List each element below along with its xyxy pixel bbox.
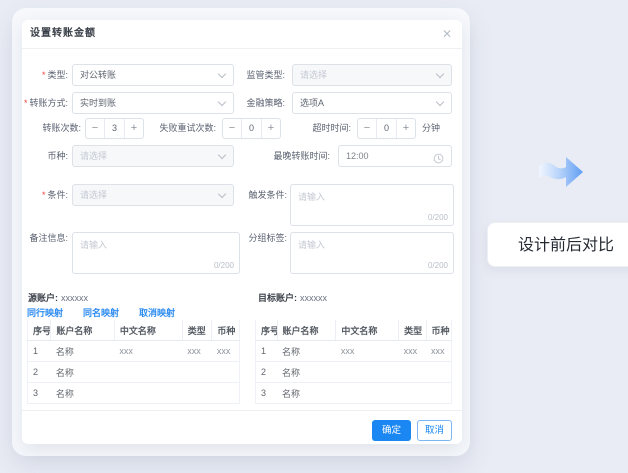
- timeout-label: 超时时间:: [295, 118, 351, 139]
- source-account-table: 序号账户名称中文名称类型币种 1名称xxxxxxxxx 2名称 3名称: [27, 320, 240, 404]
- table-row[interactable]: 1名称xxxxxxxxx: [28, 341, 240, 362]
- table-row[interactable]: 3名称: [256, 383, 452, 404]
- char-counter: 0/200: [214, 261, 234, 270]
- confirm-button[interactable]: 确定: [372, 420, 411, 441]
- same-bank-mapping-link[interactable]: 同行映射: [27, 306, 63, 319]
- dialog-title: 设置转账金额: [30, 20, 96, 48]
- timeout-value[interactable]: 0: [377, 119, 396, 138]
- type-label: *类型:: [12, 64, 68, 86]
- cancel-button[interactable]: 取消: [417, 420, 452, 441]
- supervision-type-select[interactable]: 请选择: [292, 64, 452, 86]
- transfer-count-value[interactable]: 3: [105, 119, 124, 138]
- type-select[interactable]: 对公转账: [72, 64, 234, 86]
- close-icon[interactable]: ✕: [440, 20, 454, 48]
- table-row[interactable]: 1名称xxxxxxxxx: [256, 341, 452, 362]
- latest-time-input[interactable]: 12:00: [338, 145, 452, 167]
- cancel-mapping-link[interactable]: 取消映射: [139, 306, 175, 319]
- retry-count-value[interactable]: 0: [242, 119, 261, 138]
- plus-button[interactable]: +: [396, 119, 415, 138]
- dialog-body: *类型: 对公转账 监管类型: 请选择 *转账方式: 实时到账 金融策略: 选项…: [22, 48, 462, 444]
- window-frame: 设置转账金额 ✕ *类型: 对公转账 监管类型: 请选择 *转账方式: 实时到账: [12, 8, 470, 456]
- chevron-down-icon: [436, 70, 444, 78]
- chevron-down-icon: [218, 190, 226, 198]
- currency-label: 币种:: [12, 145, 68, 167]
- compare-label-card: 设计前后对比: [487, 222, 628, 267]
- table-row[interactable]: 2名称: [28, 362, 240, 383]
- minus-button[interactable]: −: [223, 119, 242, 138]
- dialog-header: 设置转账金额 ✕: [22, 20, 462, 49]
- required-mark: *: [24, 98, 28, 108]
- page-background: 设置转账金额 ✕ *类型: 对公转账 监管类型: 请选择 *转账方式: 实时到账: [0, 0, 628, 473]
- supervision-type-label: 监管类型:: [220, 64, 285, 86]
- latest-time-label: 最晚转账时间:: [257, 145, 330, 167]
- transfer-method-select[interactable]: 实时到账: [72, 92, 234, 114]
- required-mark: *: [42, 190, 46, 200]
- remark-textarea[interactable]: 请输入 0/200: [72, 232, 240, 274]
- plus-button[interactable]: +: [261, 119, 280, 138]
- remark-label: 备注信息:: [12, 232, 68, 244]
- required-mark: *: [42, 70, 46, 80]
- chevron-down-icon: [436, 98, 444, 106]
- timeout-stepper: − 0 +: [357, 118, 416, 139]
- table-row[interactable]: 2名称: [256, 362, 452, 383]
- clock-icon: [433, 151, 444, 169]
- chevron-down-icon: [218, 151, 226, 159]
- dialog-footer: 确定 取消: [22, 410, 462, 444]
- retry-count-label: 失败重试次数:: [146, 118, 216, 139]
- finance-strategy-select[interactable]: 选项A: [292, 92, 452, 114]
- timeout-unit: 分钟: [422, 118, 440, 139]
- minus-button[interactable]: −: [358, 119, 377, 138]
- trigger-condition-label: 触发条件:: [227, 184, 287, 206]
- trigger-condition-textarea[interactable]: 请输入 0/200: [290, 184, 454, 226]
- minus-button[interactable]: −: [86, 119, 105, 138]
- condition-label: *条件:: [12, 184, 68, 206]
- finance-strategy-label: 金融策略:: [220, 92, 285, 114]
- compare-arrow-icon: [536, 150, 586, 199]
- table-header-row: 序号账户名称中文名称类型币种: [28, 320, 240, 341]
- transfer-method-label: *转账方式:: [12, 92, 68, 114]
- source-account: 源账户:xxxxxx: [28, 292, 88, 304]
- same-name-mapping-link[interactable]: 同名映射: [83, 306, 119, 319]
- condition-select[interactable]: 请选择: [72, 184, 234, 206]
- retry-count-stepper: − 0 +: [222, 118, 281, 139]
- group-tag-textarea[interactable]: 请输入 0/200: [290, 232, 454, 274]
- currency-select[interactable]: 请选择: [72, 145, 234, 167]
- group-tag-label: 分组标签:: [227, 232, 287, 244]
- table-header-row: 序号账户名称中文名称类型币种: [256, 320, 452, 341]
- target-account-table: 序号账户名称中文名称类型币种 1名称xxxxxxxxx 2名称 3名称: [255, 320, 452, 404]
- transfer-count-stepper: − 3 +: [85, 118, 144, 139]
- plus-button[interactable]: +: [124, 119, 143, 138]
- table-row[interactable]: 3名称: [28, 383, 240, 404]
- mapping-links: 同行映射 同名映射 取消映射: [27, 306, 175, 319]
- target-account: 目标账户:xxxxxx: [258, 292, 327, 304]
- transfer-count-label: 转账次数:: [25, 118, 81, 139]
- transfer-amount-dialog: 设置转账金额 ✕ *类型: 对公转账 监管类型: 请选择 *转账方式: 实时到账: [22, 20, 462, 444]
- char-counter: 0/200: [428, 261, 448, 270]
- char-counter: 0/200: [428, 213, 448, 222]
